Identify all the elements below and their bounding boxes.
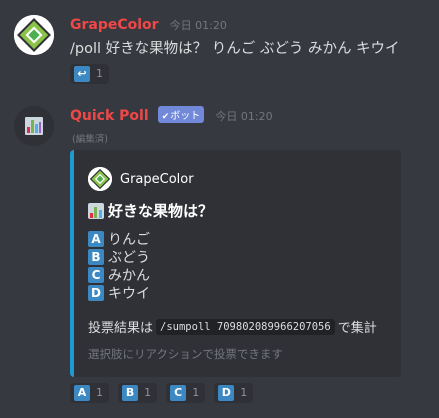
grapecolor-avatar[interactable] — [14, 15, 54, 55]
timestamp: 今日 01:20 — [169, 19, 227, 32]
reaction-bar: ↩ 1 — [70, 62, 113, 84]
sumpoll-command: /sumpoll 709802089966207056 — [156, 318, 335, 335]
embed-footer: 選択肢にリアクションで投票できます — [88, 347, 283, 361]
poll-option-d: D キウイ — [88, 284, 150, 302]
embed-author-name[interactable]: GrapeColor — [120, 172, 194, 187]
poll-options: A りんご B ぶどう C みかん D キウイ — [88, 230, 150, 302]
reaction-count: 1 — [96, 386, 103, 399]
reaction-count: 1 — [144, 386, 152, 399]
regional-indicator-b-icon: B — [88, 249, 104, 265]
edited-label: (編集済) — [72, 134, 108, 145]
regional-indicator-d-icon: D — [88, 285, 104, 301]
regional-indicator-a-icon: A — [88, 231, 104, 247]
grapecolor-logo-icon — [14, 15, 54, 55]
reaction-a[interactable]: A 1 — [70, 382, 109, 403]
regional-indicator-c-icon: C — [88, 267, 104, 283]
message-content: /poll 好きな果物は？ りんご ぶどう みかん キウイ — [70, 41, 400, 57]
regional-indicator-d-icon: D — [218, 384, 235, 401]
reaction-count: 1 — [192, 386, 200, 399]
result-instruction: 投票結果は /sumpoll 709802089966207056 で集計 — [88, 318, 377, 336]
poll-option-a: A りんご — [88, 230, 150, 248]
check-icon: ✔ — [161, 112, 170, 122]
regional-indicator-b-icon: B — [122, 384, 139, 401]
poll-option-b: B ぶどう — [88, 248, 150, 266]
reaction-b[interactable]: B 1 — [118, 382, 158, 403]
timestamp: 今日 01:20 — [215, 110, 273, 123]
bar-chart-icon — [88, 202, 104, 219]
reaction-bar: A 1 B 1 C 1 D 1 — [70, 381, 257, 403]
reaction-count: 1 — [240, 386, 248, 399]
bar-chart-icon — [14, 106, 54, 146]
embed-title: 好きな果物は？ — [88, 200, 213, 221]
author-avatar-icon — [88, 167, 112, 191]
regional-indicator-a-icon: A — [74, 384, 90, 401]
embed-author: GrapeColor — [88, 166, 194, 192]
poll-option-c: C みかん — [88, 266, 150, 284]
poll-embed: GrapeColor 好きな果物は？ A りんご B ぶどう C みかん D キ… — [70, 150, 401, 377]
reaction-return[interactable]: ↩ 1 — [70, 63, 109, 84]
quickpoll-avatar[interactable] — [14, 106, 54, 146]
username[interactable]: Quick Poll — [70, 108, 149, 124]
return-arrow-icon: ↩ — [74, 65, 90, 82]
bot-badge: ✔ボット — [157, 106, 205, 123]
reaction-c[interactable]: C 1 — [166, 382, 206, 403]
reaction-d[interactable]: D 1 — [214, 382, 254, 403]
regional-indicator-c-icon: C — [170, 384, 187, 401]
embed-title-text: 好きな果物は？ — [108, 202, 214, 220]
username[interactable]: GrapeColor — [70, 17, 159, 33]
reaction-count: 1 — [96, 67, 103, 80]
